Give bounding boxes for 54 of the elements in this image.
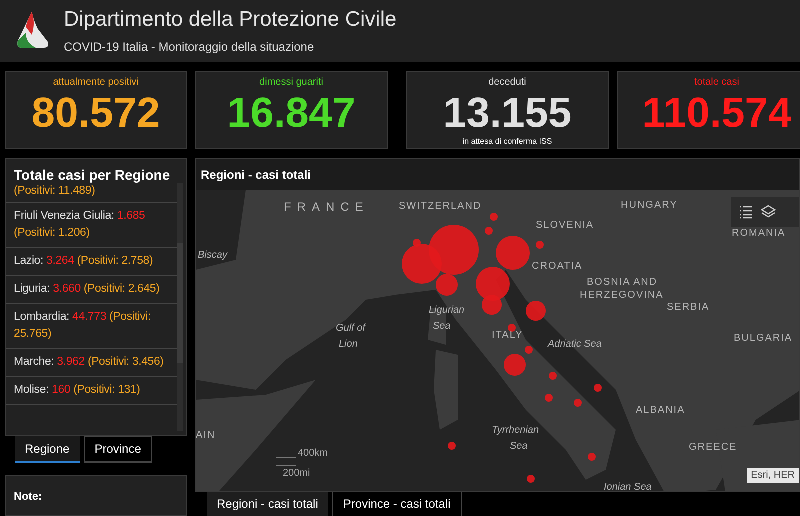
map-label: Ionian Sea xyxy=(604,481,652,491)
panel-title: Totale casi per Regione xyxy=(13,166,172,183)
stat-label: dimessi guariti xyxy=(260,76,324,90)
map-label: ROMANIA xyxy=(732,227,786,241)
stat-value: 16.847 xyxy=(227,90,356,136)
note-title: Note: xyxy=(14,491,42,503)
map-label: Tyrrhenian xyxy=(492,424,540,438)
map-label: ALBANIA xyxy=(636,404,686,418)
map-label: SLOVENIA xyxy=(536,219,594,233)
map-label: BULGARIA xyxy=(734,332,793,346)
map-label: HERZEGOVINA xyxy=(580,289,664,303)
map-tab[interactable]: Regioni - casi totali xyxy=(207,492,328,516)
region-entry: (Positivi: 11.489) xyxy=(14,185,96,197)
scale-label: 400km xyxy=(298,447,328,461)
map-label: Sea xyxy=(510,440,528,454)
scrollbar[interactable] xyxy=(177,183,183,431)
map-attribution: Esri, HER xyxy=(747,468,799,483)
panel-tab[interactable]: Regione xyxy=(15,436,80,463)
stat-note: in attesa di conferma ISS xyxy=(462,136,552,148)
map-label: Lion xyxy=(339,338,358,352)
map-tab[interactable]: Province - casi totali xyxy=(332,492,462,516)
stat-label: attualmente positivi xyxy=(53,76,139,90)
panel-tab[interactable]: Province xyxy=(84,436,152,463)
page-title: Dipartimento della Protezione Civile xyxy=(64,7,397,33)
map-label: BOSNIA AND xyxy=(587,276,658,290)
map-label: Ligurian xyxy=(429,304,465,318)
page-subtitle: COVID-19 Italia - Monitoraggio della situazione xyxy=(64,39,316,56)
map-label: GREECE xyxy=(689,441,738,455)
stat-value: 80.572 xyxy=(32,90,160,136)
map-label: SWITZERLAND xyxy=(399,200,482,214)
region-entry: Friuli Venezia Giulia: 1.685 (Positivi: 1.206) xyxy=(14,209,146,241)
scale-label: 200mi xyxy=(283,467,310,481)
region-entry: Marche: 3.962 (Positivi: 3.456) xyxy=(14,355,165,370)
region-entry: Lombardia: 44.773 (Positivi: 25.765) xyxy=(14,310,152,342)
stat-label: totale casi xyxy=(694,76,740,90)
map-label: AIN xyxy=(196,429,216,443)
list-icon[interactable] xyxy=(739,205,753,219)
map-label: Adriatic Sea xyxy=(548,338,602,352)
map-label: Sea xyxy=(433,320,451,334)
map-label: HUNGARY xyxy=(621,199,678,213)
region-entry: Molise: 160 (Positivi: 131) xyxy=(14,383,142,398)
panel-title: Regioni - casi totali xyxy=(200,166,312,184)
map-label: FRANCE xyxy=(284,199,370,216)
stat-label: deceduti xyxy=(488,76,526,90)
map-label: Gulf of xyxy=(336,322,366,336)
stat-value: 110.574 xyxy=(642,90,792,136)
map-label: Biscay xyxy=(198,249,228,263)
map-label: ITALY xyxy=(492,329,524,343)
map-label: SERBIA xyxy=(667,301,710,315)
region-entry: Lazio: 3.264 (Positivi: 2.758) xyxy=(14,254,154,269)
layers-icon[interactable] xyxy=(761,204,776,220)
region-entry: Liguria: 3.660 (Positivi: 2.645) xyxy=(14,282,161,297)
stat-value: 13.155 xyxy=(443,90,572,136)
map-label: CROATIA xyxy=(532,260,583,274)
